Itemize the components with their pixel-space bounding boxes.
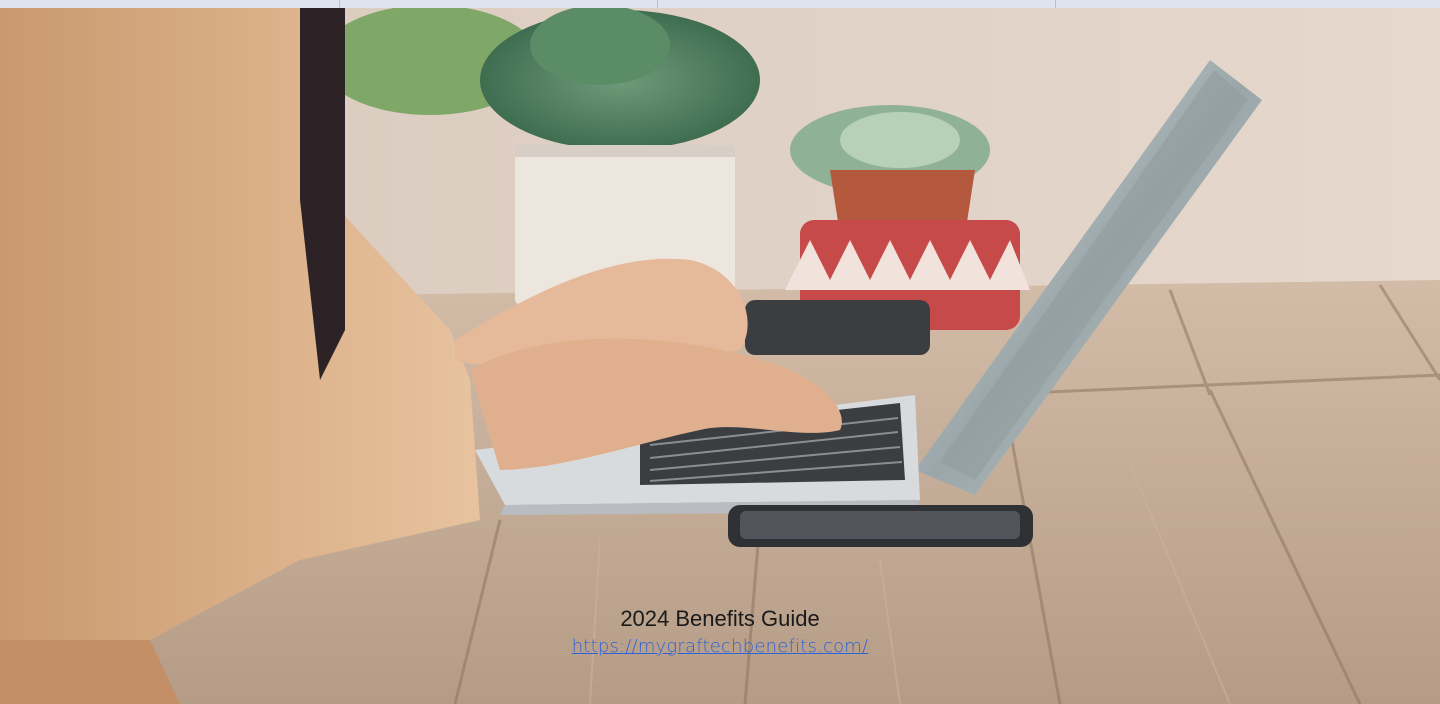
nav-tab-4[interactable] — [1056, 0, 1440, 8]
nav-tab-3[interactable] — [658, 0, 1056, 8]
hero-illustration — [0, 0, 1440, 704]
nav-tab-2[interactable] — [340, 0, 658, 8]
top-nav-strip — [0, 0, 1440, 8]
guide-caption: 2024 Benefits Guide https://mygraftechbe… — [0, 604, 1440, 660]
benefits-site-link[interactable]: https://mygraftechbenefits.com/ — [572, 634, 869, 660]
nav-tab-1[interactable] — [0, 0, 340, 8]
hero-photo — [0, 0, 1440, 704]
guide-title: 2024 Benefits Guide — [620, 606, 820, 631]
